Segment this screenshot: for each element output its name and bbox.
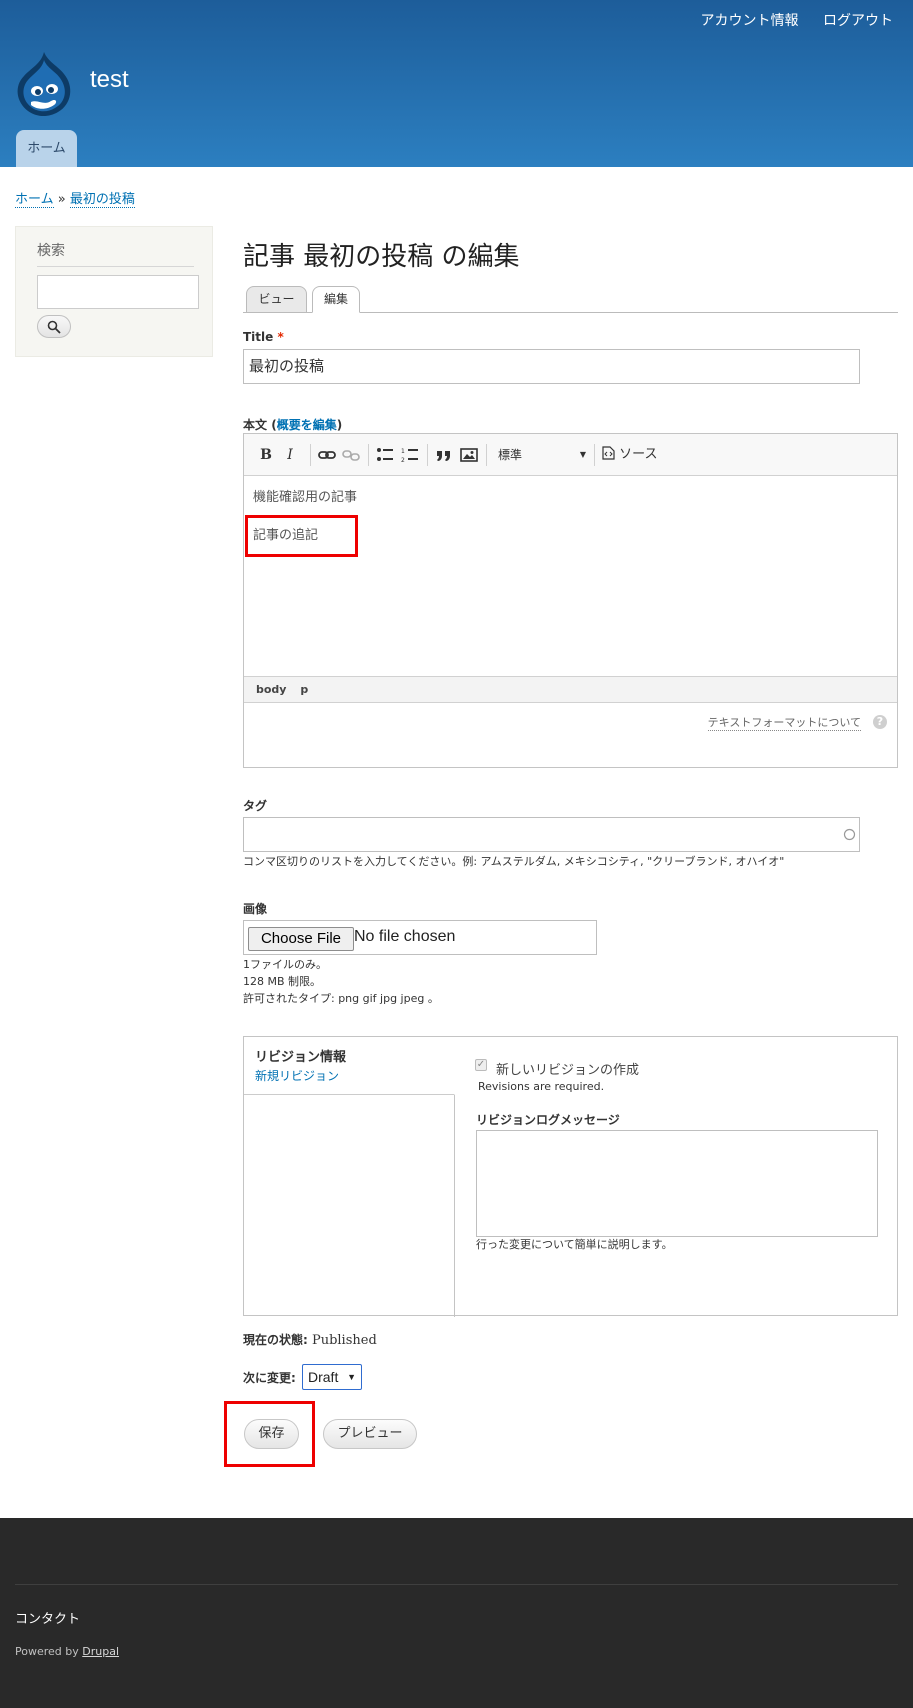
logout-link[interactable]: ログアウト (823, 13, 893, 29)
image-description: 1ファイルのみ。 128 MB 制限。 許可されたタイプ: png gif jp… (243, 956, 439, 1007)
body-label-text: 本文 (243, 418, 268, 432)
breadcrumb-separator: » (57, 192, 66, 207)
body-paren-close: ) (336, 418, 343, 432)
editor-content[interactable]: 機能確認用の記事 記事の追記 (244, 476, 897, 676)
paragraph-format-value: 標準 (498, 448, 523, 462)
path-p[interactable]: p (300, 683, 308, 696)
toolbar-separator (427, 444, 428, 466)
search-icon (47, 320, 61, 334)
tab-view[interactable]: ビュー (246, 286, 307, 313)
image-desc-line: 1ファイルのみ。 (243, 958, 327, 971)
account-link[interactable]: アカウント情報 (701, 13, 799, 29)
title-label: Title * (243, 330, 284, 344)
site-footer: コンタクト Powered by Drupal (0, 1518, 913, 1708)
path-body[interactable]: body (256, 683, 286, 696)
toolbar-separator (310, 444, 311, 466)
search-button[interactable] (37, 315, 71, 338)
site-header: アカウント情報 ログアウト test ホーム (0, 0, 913, 167)
current-state: 現在の状態: Published (243, 1331, 377, 1348)
svg-text:2: 2 (401, 457, 405, 464)
current-state-label: 現在の状態: (243, 1333, 308, 1347)
revision-info-box: リビジョン情報 新規リビジョン ✓ 新しいリビジョンの作成 Revisions … (243, 1036, 898, 1317)
help-icon[interactable]: ? (873, 715, 887, 729)
drupal-link[interactable]: Drupal (82, 1645, 119, 1658)
source-label: ソース (619, 447, 658, 462)
secondary-menu: アカウント情報 ログアウト (681, 10, 893, 30)
tab-edit[interactable]: 編集 (312, 286, 360, 313)
paragraph-format-select[interactable]: 標準 ▼ (494, 446, 590, 464)
search-block-title: 検索 (37, 240, 194, 267)
choose-file-button[interactable]: Choose File (248, 927, 354, 951)
body-label: 本文 (概要を編集) (243, 416, 342, 433)
new-revision-checkbox[interactable]: ✓ (475, 1059, 487, 1071)
sidebar-search-block: 検索 (15, 226, 213, 357)
revision-tab-title: リビジョン情報 (255, 1050, 347, 1065)
source-button[interactable]: ソース (602, 446, 666, 464)
image-icon[interactable] (460, 446, 478, 464)
footer-divider (15, 1584, 898, 1585)
drupal-logo-icon[interactable] (14, 50, 74, 118)
tags-description: コンマ区切りのリストを入力してください。例: アムステルダム, メキシコシティ,… (243, 855, 785, 868)
breadcrumb-current[interactable]: 最初の投稿 (69, 192, 135, 208)
tags-label: タグ (243, 799, 268, 813)
link-icon[interactable] (318, 446, 336, 464)
body-editor: B I 1 2 標準 ▼ ソース 機能確認用の記事 記事の追記 body p テ… (243, 433, 898, 768)
unlink-icon[interactable] (342, 446, 360, 464)
preview-button[interactable]: プレビュー (323, 1419, 417, 1449)
toolbar-separator (486, 444, 487, 466)
image-desc-line: 128 MB 制限。 (243, 975, 322, 988)
editor-element-path: body p (244, 676, 897, 703)
revision-pane-border (454, 1095, 455, 1317)
editor-toolbar: B I 1 2 標準 ▼ ソース (244, 434, 897, 476)
chevron-down-icon: ▼ (347, 1372, 356, 1382)
search-input[interactable] (37, 275, 199, 309)
change-state-select[interactable]: Draft ▼ (302, 1364, 362, 1390)
image-desc-line: 許可されたタイプ: png gif jpg jpeg 。 (243, 992, 439, 1005)
revision-tab-summary: 新規リビジョン (255, 1069, 340, 1083)
italic-button[interactable]: I (282, 446, 298, 464)
revision-log-label: リビジョンログメッセージ (476, 1113, 620, 1127)
tags-input[interactable] (243, 817, 860, 852)
powered-by-text: Powered by (15, 1645, 79, 1658)
change-state-label: 次に変更: (243, 1371, 296, 1385)
chevron-down-icon: ▼ (579, 450, 586, 459)
no-file-text: No file chosen (354, 928, 456, 945)
source-icon (602, 446, 615, 460)
site-name[interactable]: test (90, 66, 129, 94)
main-menu-home[interactable]: ホーム (16, 130, 77, 167)
text-format-help-link[interactable]: テキストフォーマットについて (707, 714, 861, 731)
toolbar-separator (594, 444, 595, 466)
autocomplete-icon (843, 828, 856, 841)
powered-by: Powered by Drupal (15, 1645, 119, 1658)
footer-contact-link[interactable]: コンタクト (15, 1608, 80, 1627)
breadcrumb-home[interactable]: ホーム (15, 192, 54, 208)
revision-log-description: 行った変更について簡単に説明します。 (476, 1238, 673, 1251)
revisions-required-note: Revisions are required. (478, 1080, 605, 1093)
highlight-box (224, 1401, 315, 1467)
toolbar-separator (368, 444, 369, 466)
title-label-text: Title (243, 330, 274, 344)
numbered-list-icon[interactable]: 1 2 (401, 446, 419, 464)
image-file-widget: Choose File No file chosen (243, 920, 597, 955)
edit-summary-link[interactable]: 概要を編集 (277, 418, 337, 432)
svg-text:1: 1 (401, 448, 405, 455)
body-line-1: 機能確認用の記事 (253, 490, 358, 505)
revision-vertical-tab[interactable]: リビジョン情報 新規リビジョン (244, 1037, 455, 1095)
new-revision-label: 新しいリビジョンの作成 (496, 1063, 640, 1078)
bulleted-list-icon[interactable] (376, 446, 394, 464)
blockquote-icon[interactable] (435, 446, 453, 464)
highlight-box (245, 515, 358, 557)
page-title: 記事 最初の投稿 の編集 (243, 242, 520, 272)
revision-log-textarea[interactable] (476, 1130, 878, 1237)
required-marker: * (277, 330, 284, 344)
title-input[interactable]: 最初の投稿 (243, 349, 860, 384)
image-label: 画像 (243, 902, 268, 916)
current-state-value: Published (311, 1333, 377, 1348)
change-state-value: Draft (308, 1369, 339, 1385)
breadcrumb: ホーム » 最初の投稿 (15, 188, 135, 208)
bold-button[interactable]: B (258, 446, 274, 464)
